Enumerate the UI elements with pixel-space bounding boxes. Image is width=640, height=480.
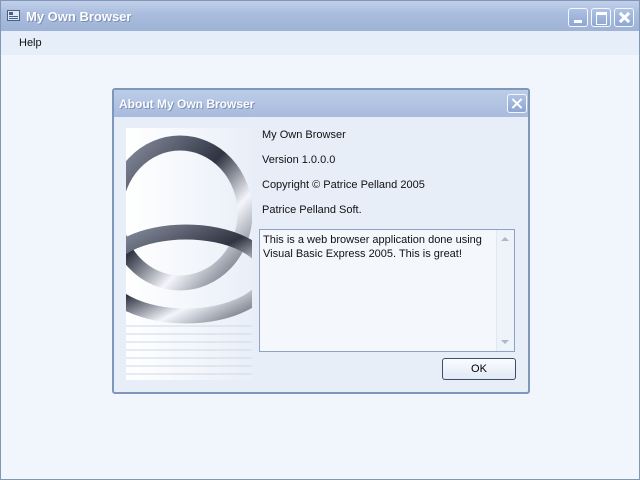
- scroll-down-icon[interactable]: [501, 340, 509, 344]
- window-titlebar[interactable]: My Own Browser: [1, 1, 639, 31]
- menu-bar: Help: [1, 31, 639, 55]
- close-icon[interactable]: [614, 8, 634, 27]
- company-label: Patrice Pelland Soft.: [262, 204, 362, 216]
- product-name: My Own Browser: [262, 129, 346, 141]
- ok-button[interactable]: OK: [442, 358, 516, 380]
- maximize-icon[interactable]: [591, 8, 611, 27]
- app-window-icon[interactable]: [7, 10, 20, 21]
- about-dialog-titlebar[interactable]: About My Own Browser: [114, 90, 528, 117]
- description-text: This is a web browser application done u…: [263, 234, 482, 260]
- description-scrollbar[interactable]: [496, 230, 514, 351]
- dialog-close-icon[interactable]: [507, 94, 527, 113]
- interlocking-rings-logo: [126, 128, 252, 380]
- version-label: Version 1.0.0.0: [262, 154, 336, 166]
- window-title: My Own Browser: [26, 9, 132, 24]
- minimize-icon[interactable]: [568, 8, 588, 27]
- scroll-up-icon[interactable]: [501, 237, 509, 241]
- copyright-label: Copyright © Patrice Pelland 2005: [262, 179, 425, 191]
- menu-item-help[interactable]: Help: [19, 37, 42, 49]
- description-textbox[interactable]: This is a web browser application done u…: [259, 229, 515, 352]
- about-dialog-title: About My Own Browser: [119, 97, 255, 111]
- about-dialog: About My Own Browser My Own Browser Vers…: [112, 88, 530, 394]
- main-window: My Own Browser Help About My Own Browser: [0, 0, 640, 480]
